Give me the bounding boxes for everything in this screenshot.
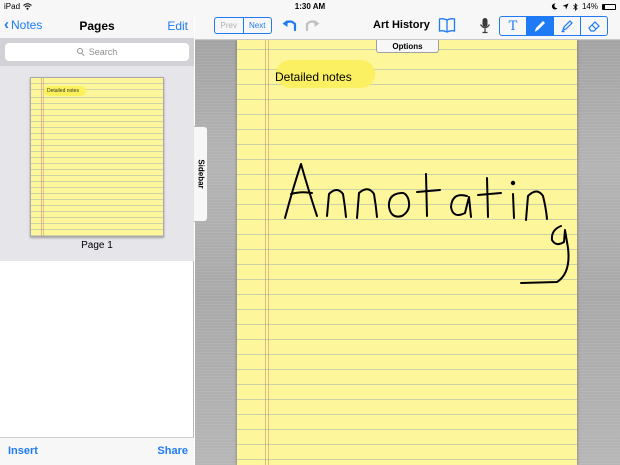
thumbnail-margin-line xyxy=(43,78,44,236)
edit-button[interactable]: Edit xyxy=(167,19,188,33)
prev-page-button[interactable]: Prev xyxy=(215,18,244,33)
note-canvas[interactable]: Detailed notes Options xyxy=(195,40,620,465)
sidebar-tab-label: Sidebar xyxy=(196,159,205,189)
sidebar-title: Pages xyxy=(79,19,115,33)
bluetooth-icon xyxy=(573,2,578,11)
battery-icon xyxy=(602,3,616,10)
margin-line xyxy=(265,40,266,465)
sidebar-bottom-bar: Insert Share xyxy=(0,437,194,465)
pages-sidebar: ‹ Notes Pages Edit Search Detailed notes… xyxy=(0,14,194,465)
status-bar: iPad 1:30 AM 14% xyxy=(0,0,620,14)
thumbnail-text: Detailed notes xyxy=(47,88,79,94)
undo-icon[interactable] xyxy=(281,16,299,34)
options-tab[interactable]: Options xyxy=(376,40,439,53)
text-tool-icon: T xyxy=(508,18,518,34)
book-icon[interactable] xyxy=(438,16,456,34)
eraser-tool-button[interactable] xyxy=(581,17,607,35)
margin-line xyxy=(268,40,269,465)
status-time: 1:30 AM xyxy=(294,2,326,11)
status-right: 14% xyxy=(551,2,616,11)
highlighter-tool-button[interactable] xyxy=(554,17,581,35)
typed-note-text[interactable]: Detailed notes xyxy=(275,70,352,84)
editor-toolbar: Prev Next Art History T xyxy=(195,14,620,40)
moon-icon xyxy=(551,3,558,10)
page-navigation: Prev Next xyxy=(214,17,272,34)
highlighter-tool-icon xyxy=(561,20,573,33)
text-tool-button[interactable]: T xyxy=(500,17,527,35)
search-icon xyxy=(76,48,85,57)
battery-percent: 14% xyxy=(581,2,598,11)
search-placeholder: Search xyxy=(88,47,118,57)
redo-icon[interactable] xyxy=(303,16,321,34)
sidebar-toggle-tab[interactable]: Sidebar xyxy=(194,126,208,222)
page-thumbnails: Detailed notes Page 1 xyxy=(0,66,194,261)
sidebar-nav-bar: ‹ Notes Pages Edit xyxy=(0,14,194,38)
search-bar-container: Search xyxy=(0,38,194,66)
pen-tool-button[interactable] xyxy=(527,17,554,35)
next-page-button[interactable]: Next xyxy=(244,18,272,33)
microphone-icon[interactable] xyxy=(479,17,491,34)
notepad-page[interactable]: Detailed notes xyxy=(237,40,577,465)
share-button[interactable]: Share xyxy=(157,445,188,457)
drawing-tools: T xyxy=(499,16,608,36)
search-input[interactable]: Search xyxy=(5,43,189,61)
page-thumbnail[interactable]: Detailed notes xyxy=(30,77,164,237)
page-label: Page 1 xyxy=(81,240,113,251)
eraser-tool-icon xyxy=(588,21,600,32)
insert-button[interactable]: Insert xyxy=(8,445,38,457)
document-title: Art History xyxy=(373,19,430,31)
pen-tool-icon xyxy=(534,21,545,32)
thumbnail-margin-line xyxy=(41,78,42,236)
handwritten-annotation[interactable] xyxy=(281,150,581,285)
location-arrow-icon xyxy=(562,3,569,10)
